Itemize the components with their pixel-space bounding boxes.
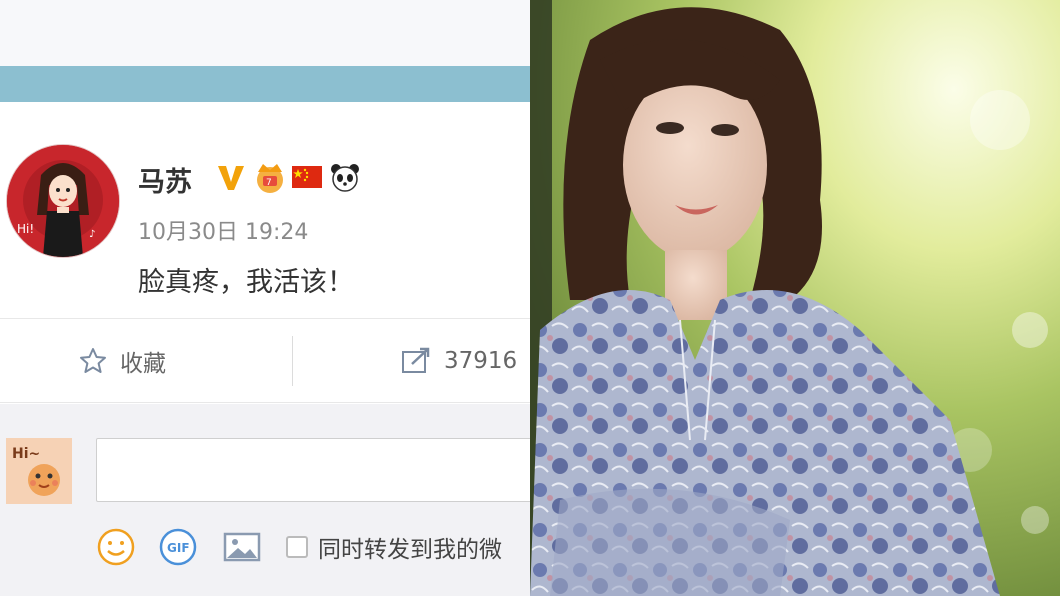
post-timestamp[interactable]: 10月30日 19:24 — [138, 214, 308, 246]
comment-input[interactable] — [96, 438, 530, 502]
svg-text:Hi~: Hi~ — [12, 446, 40, 462]
repost-count: 37916 — [444, 348, 518, 374]
svg-text:♪: ♪ — [89, 229, 95, 240]
user-badges: 7 — [214, 160, 362, 194]
verified-v-icon[interactable] — [214, 160, 248, 194]
repost-button[interactable]: 37916 — [400, 340, 517, 382]
svg-text:7: 7 — [266, 178, 272, 188]
china-flag-icon[interactable] — [290, 160, 324, 194]
svg-text:Hi!: Hi! — [17, 222, 34, 236]
hi-sticker-avatar-icon: Hi~ — [6, 438, 72, 504]
emoji-button[interactable] — [96, 527, 136, 567]
gif-icon: GIF — [159, 528, 197, 566]
current-user-avatar[interactable]: Hi~ — [6, 438, 72, 504]
header-bar — [0, 66, 530, 102]
portrait-photo — [530, 0, 1060, 596]
post-content: 脸真疼，我活该！ — [138, 267, 354, 298]
top-band — [0, 0, 530, 66]
divider — [0, 402, 530, 403]
divider — [0, 318, 530, 319]
star-icon — [80, 348, 106, 373]
woman-portrait-image — [530, 0, 1060, 596]
repost-option-label: 同时转发到我的微 — [318, 537, 502, 563]
picture-icon — [223, 532, 261, 562]
action-separator — [292, 336, 293, 386]
avatar-cartoon-girl-icon: Hi! ♪ — [7, 145, 119, 257]
favorite-button[interactable]: 收藏 — [78, 340, 166, 382]
panda-icon[interactable] — [328, 160, 362, 194]
svg-text:GIF: GIF — [167, 541, 190, 555]
username[interactable]: 马苏 — [138, 160, 192, 199]
weibo-post-panel: Hi! ♪ 马苏 7 10月30日 19:24 脸真疼，我活该！ 收藏 3791… — [0, 0, 530, 596]
smiley-icon — [97, 528, 135, 566]
also-repost-option[interactable]: 同时转发到我的微 — [286, 530, 502, 564]
crown-level-icon[interactable]: 7 — [252, 160, 286, 194]
image-button[interactable] — [222, 527, 262, 567]
repost-checkbox[interactable] — [286, 536, 308, 558]
gif-button[interactable]: GIF — [158, 527, 198, 567]
share-arrow-icon — [402, 347, 430, 373]
user-avatar[interactable]: Hi! ♪ — [6, 144, 120, 258]
favorite-label: 收藏 — [120, 351, 166, 377]
